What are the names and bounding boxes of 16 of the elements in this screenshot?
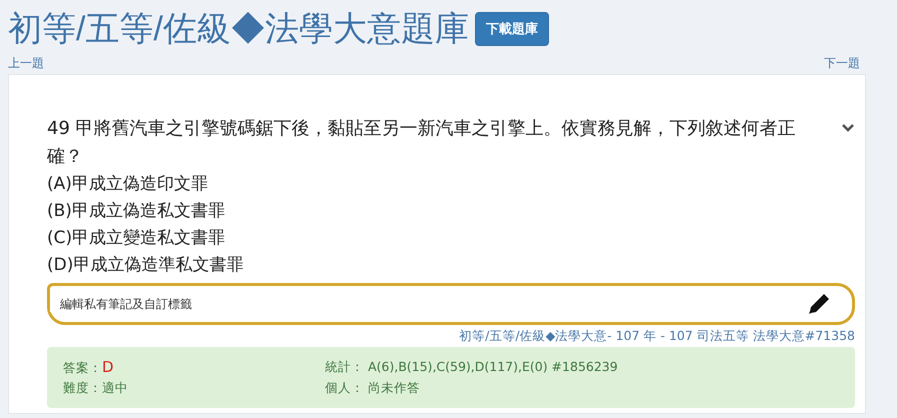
download-button[interactable]: 下載題庫 — [474, 12, 549, 46]
note-field[interactable]: 編輯私有筆記及自訂標籤 — [47, 283, 855, 325]
answer-option: (A)甲成立偽造印文罪 — [47, 171, 855, 198]
next-link[interactable]: 下一題 — [824, 54, 860, 72]
page-title: 初等/五等/佐級◆法學大意題庫 — [8, 9, 469, 50]
stats-text: 統計： A(6),B(15),C(59),D(117),E(0) #1856239 — [325, 358, 619, 376]
previous-link[interactable]: 上一題 — [8, 54, 44, 72]
answer-option: (D)甲成立偽造準私文書罪 — [47, 252, 855, 279]
personal-text: 個人： 尚未作答 — [325, 379, 421, 397]
question-text: 49 甲將舊汽車之引擎號碼鋸下後，黏貼至另一新汽車之引擎上。依實務見解，下列敘述何者正確？ — [47, 117, 797, 169]
pencil-icon[interactable] — [808, 293, 830, 315]
answer-text: 答案：D — [63, 357, 115, 378]
answer-option: (B)甲成立偽造私文書罪 — [47, 198, 855, 225]
source-link[interactable]: 初等/五等/佐級◆法學大意- 107 年 - 107 司法五等 法學大意#71358 — [47, 325, 855, 347]
difficulty-text: 難度：適中 — [63, 379, 129, 397]
answer-option: (C)甲成立變造私文書罪 — [47, 225, 855, 252]
